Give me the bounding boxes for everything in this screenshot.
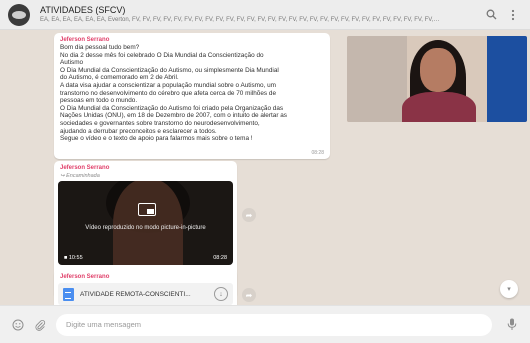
video-thumbnail[interactable]: Vídeo reproduzido no modo picture-in-pic… (58, 181, 233, 265)
message-sender[interactable]: Jeferson Serrano (57, 164, 234, 172)
message-line: pessoas em todo o mundo. (60, 97, 138, 105)
group-title: ATIVIDADES (SFCV) (40, 4, 126, 15)
chat-header[interactable]: ATIVIDADES (SFCV) EA, EA, EA, EA, EA, EA… (0, 0, 530, 30)
mic-icon[interactable] (504, 317, 520, 333)
message-line: do Autismo, é comemorado em 2 de Abril. (60, 74, 179, 82)
message-sender[interactable]: Jeferson Serrano (60, 36, 324, 44)
message-time: 08:28 (311, 150, 324, 156)
picture-in-picture-video[interactable] (347, 36, 527, 122)
message-line: No dia 2 desse mês foi celebrado O Dia M… (60, 51, 264, 59)
forwarded-label: ↪ Encaminhada (60, 173, 100, 179)
document-message-bubble[interactable]: Jeferson Serrano ATIVIDADE REMOTA-CONSCI… (54, 270, 237, 305)
chat-area[interactable]: Jeferson Serrano Bom dia pessoal tudo be… (0, 30, 530, 305)
chat-header-info[interactable]: ATIVIDADES (SFCV) EA, EA, EA, EA, EA, EA… (40, 5, 478, 25)
forward-icon[interactable]: ➦ (242, 208, 256, 222)
message-line: Bom dia pessoal tudo bem? (60, 44, 140, 51)
attach-icon[interactable] (32, 317, 48, 333)
message-line: transtorno no desenvolvimento do cérebro… (60, 89, 276, 97)
search-icon[interactable] (482, 6, 500, 24)
group-avatar[interactable] (8, 3, 30, 26)
message-line: Segue o vídeo e o texto de apoio para fa… (60, 135, 253, 143)
message-line: O Dia Mundial da Conscientização do Auti… (60, 104, 284, 112)
message-input[interactable] (56, 313, 492, 336)
message-line: Nações Unidas (ONU), em 18 de Dezembro d… (60, 112, 287, 120)
message-line: O Dia Mundial da Conscientização do Auti… (60, 66, 279, 74)
forward-icon[interactable]: ➦ (242, 288, 256, 302)
chevron-down-icon[interactable]: ▾ (500, 280, 518, 298)
message-line: Autismo (60, 59, 84, 67)
emoji-icon[interactable] (10, 317, 26, 333)
forwarded-text: Encaminhada (66, 173, 100, 179)
message-bubble[interactable]: Jeferson Serrano Bom dia pessoal tudo be… (54, 33, 330, 159)
message-line: ajudando a derrubar preconceitos e escla… (60, 127, 217, 135)
message-time: 08:28 (213, 255, 227, 261)
menu-icon[interactable] (504, 6, 522, 24)
document-attachment[interactable]: ATIVIDADE REMOTA-CONSCIENTI... ↓ (58, 283, 233, 305)
download-icon[interactable]: ↓ (214, 287, 228, 301)
document-name: ATIVIDADE REMOTA-CONSCIENTI... (80, 290, 191, 298)
duration-text: 10:55 (68, 255, 83, 261)
group-participants: EA, EA, EA, EA, EA, EA, Everton, FV, FV,… (40, 16, 440, 23)
message-composer[interactable] (0, 305, 530, 343)
video-duration: ■ 10:55 (64, 255, 83, 261)
pip-status-text: Vídeo reproduzido no modo picture-in-pic… (85, 225, 206, 231)
message-line: A data visa ajudar a conscientizar a pop… (60, 81, 276, 89)
message-sender[interactable]: Jeferson Serrano (57, 273, 234, 281)
message-line: sociedades e governantes sobre transtorn… (60, 119, 260, 127)
picture-in-picture-icon (138, 203, 156, 216)
document-icon (63, 287, 74, 301)
